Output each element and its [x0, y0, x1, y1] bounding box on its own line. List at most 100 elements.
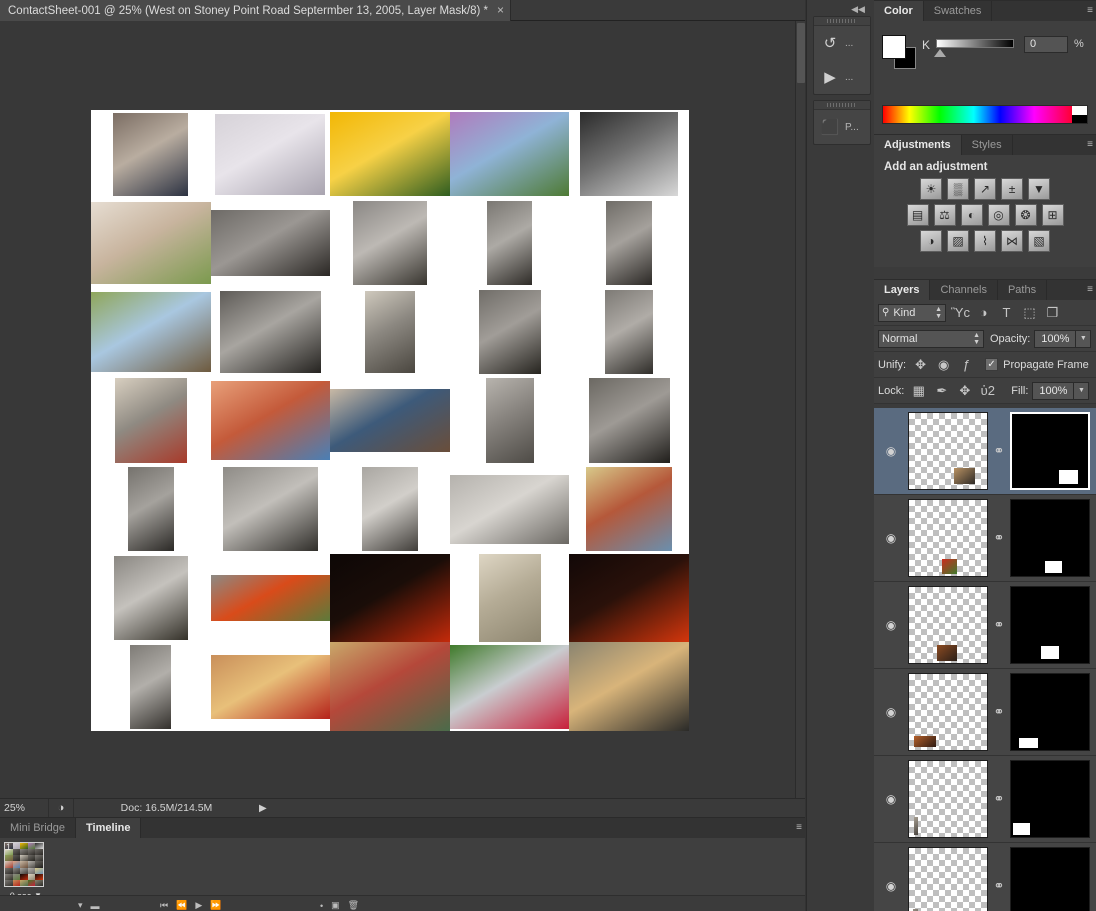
color-lookup-icon[interactable]: ⊞: [1041, 204, 1064, 226]
eye-icon[interactable]: ◉: [874, 495, 908, 581]
propagate-frame-checkbox[interactable]: ✓: [985, 358, 999, 371]
layer-thumbnail[interactable]: [908, 673, 988, 751]
tab-adjustments[interactable]: Adjustments: [874, 135, 962, 155]
fill-dropdown-icon[interactable]: ▼: [1074, 381, 1090, 400]
eye-icon[interactable]: ◉: [874, 669, 908, 755]
dock-grip[interactable]: [814, 17, 870, 26]
tween-icon[interactable]: •: [320, 901, 323, 911]
lock-transparency-icon[interactable]: ▦: [907, 381, 930, 401]
filter-pixel-layers-icon[interactable]: Ὓc: [949, 303, 972, 323]
layer-row-4[interactable]: ◉ ⚭: [874, 669, 1096, 756]
collapse-panels-icon[interactable]: ◀◀: [846, 2, 870, 16]
preview-toggle-icon[interactable]: ◑: [48, 799, 74, 817]
layer-thumbnail[interactable]: [908, 586, 988, 664]
link-icon[interactable]: ⚭: [988, 443, 1010, 459]
threshold-icon[interactable]: ⌇: [974, 230, 996, 252]
layer-kind-filter[interactable]: ⚲ Kind ▲ ▼: [878, 303, 946, 322]
tab-paths[interactable]: Paths: [998, 280, 1048, 300]
invert-icon[interactable]: ◑: [920, 230, 942, 252]
brightness-contrast-icon[interactable]: ☀: [920, 178, 942, 200]
unify-position-icon[interactable]: ✥: [909, 355, 932, 375]
tab-layers[interactable]: Layers: [874, 280, 931, 300]
layer-mask-thumbnail[interactable]: [1010, 673, 1090, 751]
layer-list[interactable]: ◉ ⚭ ◉ ⚭ ◉ ⚭ ◉ ⚭ ◉ ⚭ ◉ ⚭: [874, 408, 1096, 911]
play-icon[interactable]: ▶: [195, 900, 202, 911]
loop-option-icon[interactable]: ▾: [78, 900, 83, 911]
dock-item-3d[interactable]: ⬛ P...: [814, 110, 870, 144]
tab-timeline[interactable]: Timeline: [76, 818, 142, 838]
close-icon[interactable]: ×: [497, 3, 504, 17]
timeline-frame-actions[interactable]: • ▣ 🗑: [320, 899, 359, 911]
fill-input[interactable]: 100%: [1032, 381, 1075, 400]
filter-adjustment-layers-icon[interactable]: ◑: [972, 303, 995, 323]
channel-mixer-icon[interactable]: ❂: [1014, 204, 1037, 226]
frames-count-icon[interactable]: ▬: [91, 901, 100, 911]
layer-mask-thumbnail[interactable]: [1010, 499, 1090, 577]
black-swatch[interactable]: [1072, 114, 1087, 123]
vibrance-icon[interactable]: ▼: [1028, 178, 1050, 200]
tab-swatches[interactable]: Swatches: [924, 1, 993, 21]
opacity-dropdown-icon[interactable]: ▼: [1076, 329, 1092, 348]
scrollbar-thumb[interactable]: [797, 23, 805, 83]
k-slider-thumb[interactable]: [934, 49, 946, 57]
next-frame-icon[interactable]: ⏩: [210, 900, 221, 911]
eye-icon[interactable]: ◉: [874, 408, 908, 494]
tab-channels[interactable]: Channels: [930, 280, 998, 300]
hue-saturation-icon[interactable]: ▤: [906, 204, 929, 226]
selective-color-icon[interactable]: ⋈: [1001, 230, 1023, 252]
timeline-panel-menu-icon[interactable]: ≡: [796, 822, 802, 833]
white-swatch[interactable]: [1072, 106, 1087, 115]
unify-visibility-icon[interactable]: ◉: [932, 355, 955, 375]
eye-icon[interactable]: ◉: [874, 843, 908, 911]
layer-row-2[interactable]: ◉ ⚭: [874, 495, 1096, 582]
layer-mask-thumbnail[interactable]: [1010, 847, 1090, 911]
layer-row-5[interactable]: ◉ ⚭: [874, 756, 1096, 843]
first-frame-icon[interactable]: ⏮: [160, 900, 168, 911]
canvas-vertical-scrollbar[interactable]: [795, 21, 805, 798]
eye-icon[interactable]: ◉: [874, 582, 908, 668]
gradient-map-icon[interactable]: ▧: [1028, 230, 1050, 252]
tab-color[interactable]: Color: [874, 1, 924, 21]
status-menu-arrow-icon[interactable]: ▶: [259, 803, 275, 814]
lock-position-icon[interactable]: ✥: [953, 381, 976, 401]
filter-type-layers-icon[interactable]: T: [995, 303, 1018, 323]
posterize-icon[interactable]: ▨: [947, 230, 969, 252]
layer-mask-thumbnail[interactable]: [1010, 586, 1090, 664]
delete-frame-icon[interactable]: 🗑: [348, 900, 359, 911]
photo-filter-icon[interactable]: ◎: [987, 204, 1010, 226]
link-icon[interactable]: ⚭: [988, 791, 1010, 807]
spectrum-gradient[interactable]: [883, 106, 1072, 123]
timeline-playback-controls[interactable]: ⏮ ⏪ ▶ ⏩: [160, 899, 221, 911]
duplicate-frame-icon[interactable]: ▣: [331, 900, 340, 911]
blend-mode-select[interactable]: Normal ▲ ▼: [878, 329, 984, 348]
canvas-area[interactable]: [0, 21, 795, 798]
document-tab[interactable]: ContactSheet-001 @ 25% (West on Stoney P…: [0, 0, 512, 21]
link-icon[interactable]: ⚭: [988, 704, 1010, 720]
link-icon[interactable]: ⚭: [988, 617, 1010, 633]
layer-thumbnail[interactable]: [908, 760, 988, 838]
layer-row-6[interactable]: ◉ ⚭: [874, 843, 1096, 911]
dock-item-actions[interactable]: ▶ ...: [814, 60, 870, 94]
link-icon[interactable]: ⚭: [988, 530, 1010, 546]
white-black-swatches[interactable]: [1072, 106, 1087, 123]
filter-shape-layers-icon[interactable]: ⬚: [1018, 303, 1041, 323]
zoom-level-input[interactable]: 25%: [0, 802, 48, 814]
layer-thumbnail[interactable]: [908, 847, 988, 911]
tab-mini-bridge[interactable]: Mini Bridge: [0, 818, 77, 838]
dock-grip-2[interactable]: [814, 101, 870, 110]
k-slider-track[interactable]: [936, 39, 1014, 48]
color-balance-icon[interactable]: ⚖: [933, 204, 956, 226]
filter-smart-objects-icon[interactable]: ❐: [1041, 303, 1064, 323]
layer-row-1[interactable]: ◉ ⚭: [874, 408, 1096, 495]
levels-icon[interactable]: ▒: [947, 178, 969, 200]
layers-panel-menu-icon[interactable]: ≡: [1087, 284, 1093, 295]
foreground-color-swatch[interactable]: [882, 35, 906, 59]
exposure-icon[interactable]: ±: [1001, 178, 1023, 200]
layer-row-3[interactable]: ◉ ⚭: [874, 582, 1096, 669]
layer-mask-thumbnail[interactable]: [1010, 760, 1090, 838]
lock-image-icon[interactable]: ✒: [930, 381, 953, 401]
timeline-loop-controls[interactable]: ▾ ▬: [78, 899, 100, 911]
color-panel-menu-icon[interactable]: ≡: [1087, 5, 1093, 16]
color-spectrum-ramp[interactable]: [882, 105, 1088, 124]
layer-thumbnail[interactable]: [908, 412, 988, 490]
